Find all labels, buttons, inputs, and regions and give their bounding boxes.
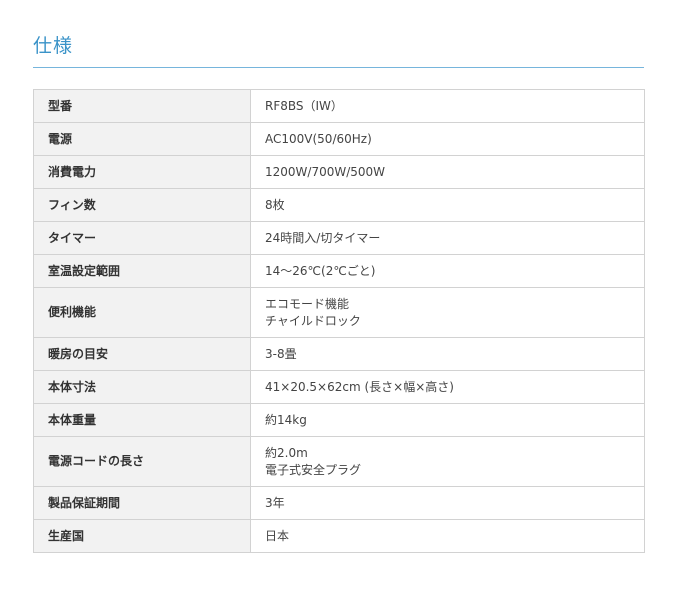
spec-value: 8枚 (250, 188, 645, 222)
spec-label: 便利機能 (33, 287, 251, 338)
spec-label: 電源コードの長さ (33, 436, 251, 487)
spec-row-fin-count: フィン数 8枚 (33, 188, 645, 222)
spec-label: 型番 (33, 89, 251, 123)
spec-label: 暖房の目安 (33, 337, 251, 371)
spec-label: タイマー (33, 221, 251, 255)
spec-table: 型番 RF8BS（IW） 電源 AC100V(50/60Hz) 消費電力 120… (33, 89, 645, 553)
spec-row-warranty: 製品保証期間 3年 (33, 486, 645, 520)
spec-row-features: 便利機能 エコモード機能 チャイルドロック (33, 287, 645, 338)
spec-value: 3年 (250, 486, 645, 520)
spec-label: 本体寸法 (33, 370, 251, 404)
spec-label: 本体重量 (33, 403, 251, 437)
spec-label: 消費電力 (33, 155, 251, 189)
spec-value: 24時間入/切タイマー (250, 221, 645, 255)
spec-row-cord-length: 電源コードの長さ 約2.0m 電子式安全プラグ (33, 436, 645, 487)
spec-value: 1200W/700W/500W (250, 155, 645, 189)
spec-label: 電源 (33, 122, 251, 156)
spec-row-weight: 本体重量 約14kg (33, 403, 645, 437)
page-title: 仕様 (33, 35, 74, 57)
spec-row-country: 生産国 日本 (33, 519, 645, 553)
spec-label: フィン数 (33, 188, 251, 222)
spec-row-heating-area: 暖房の目安 3-8畳 (33, 337, 645, 371)
spec-row-model: 型番 RF8BS（IW） (33, 89, 645, 123)
spec-value: 3-8畳 (250, 337, 645, 371)
spec-label: 生産国 (33, 519, 251, 553)
spec-value: 41×20.5×62cm (長さ×幅×高さ) (250, 370, 645, 404)
spec-label: 製品保証期間 (33, 486, 251, 520)
spec-row-temperature-range: 室温設定範囲 14～26℃(2℃ごと) (33, 254, 645, 288)
spec-value: 日本 (250, 519, 645, 553)
spec-label: 室温設定範囲 (33, 254, 251, 288)
title-divider (33, 67, 644, 68)
spec-value: RF8BS（IW） (250, 89, 645, 123)
spec-value: 約2.0m 電子式安全プラグ (250, 436, 645, 487)
spec-row-timer: タイマー 24時間入/切タイマー (33, 221, 645, 255)
spec-value: AC100V(50/60Hz) (250, 122, 645, 156)
spec-row-power-source: 電源 AC100V(50/60Hz) (33, 122, 645, 156)
spec-value: 約14kg (250, 403, 645, 437)
spec-row-power-consumption: 消費電力 1200W/700W/500W (33, 155, 645, 189)
spec-row-dimensions: 本体寸法 41×20.5×62cm (長さ×幅×高さ) (33, 370, 645, 404)
spec-value: 14～26℃(2℃ごと) (250, 254, 645, 288)
spec-value: エコモード機能 チャイルドロック (250, 287, 645, 338)
